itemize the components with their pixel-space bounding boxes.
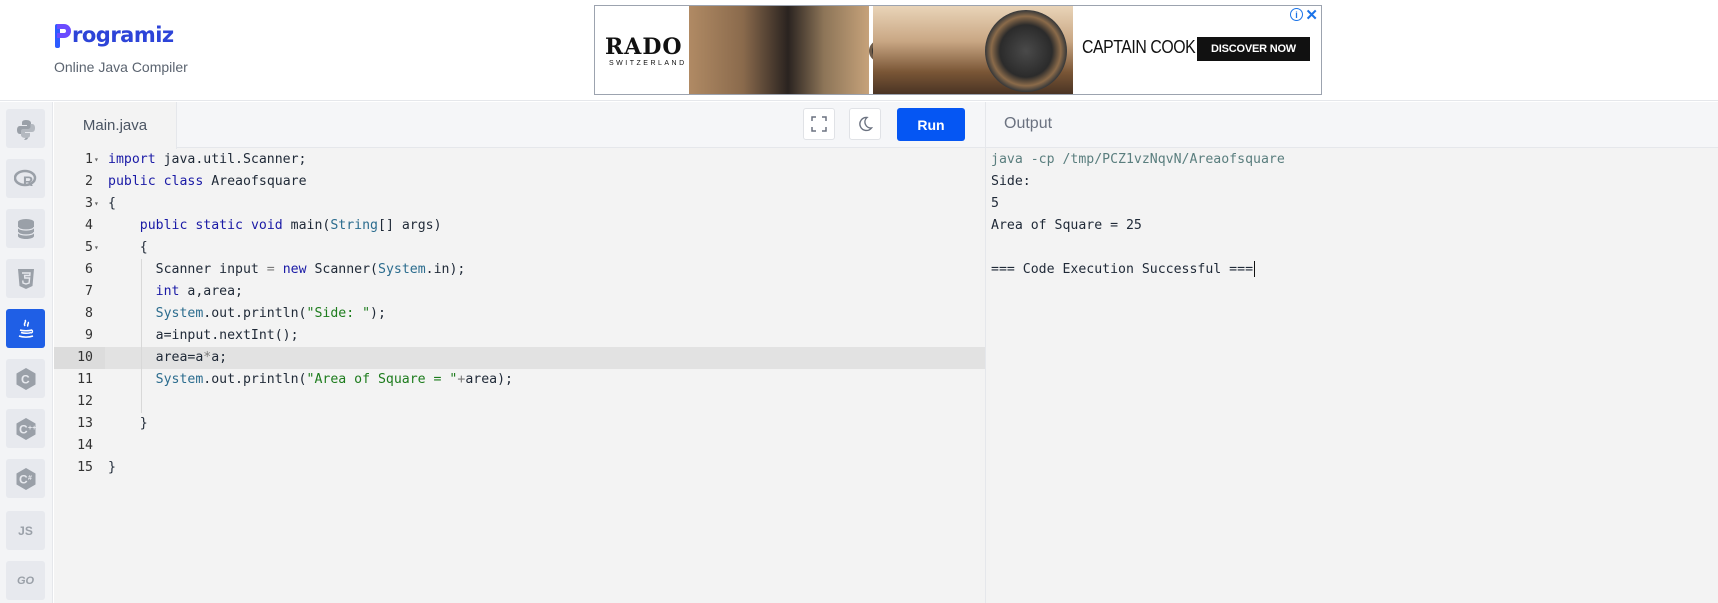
- html5-icon[interactable]: [6, 259, 45, 298]
- fold-toggle-icon[interactable]: ▾: [94, 149, 99, 171]
- editor-toolbar: Main.java Run: [54, 102, 985, 149]
- ad-discover-button[interactable]: DISCOVER NOW: [1197, 37, 1310, 61]
- svg-text:C: C: [21, 372, 30, 386]
- go-label: GO: [16, 574, 35, 587]
- line-number: 7: [85, 284, 93, 299]
- svg-text:++: ++: [28, 425, 36, 432]
- code-editor-panel: Main.java Run 1 ▾ import java.util.Scann…: [54, 102, 985, 603]
- code-line: 9 a=input.nextInt();: [54, 325, 985, 347]
- theme-toggle-button[interactable]: [849, 108, 881, 140]
- ad-watch-image: [985, 10, 1067, 92]
- programiz-logo[interactable]: rogramiz: [55, 22, 174, 48]
- output-line: Area of Square = 25: [991, 218, 1142, 233]
- code-area[interactable]: 1 ▾ import java.util.Scanner; 2 public c…: [54, 149, 985, 479]
- r-icon[interactable]: R: [6, 159, 45, 198]
- output-status-line: === Code Execution Successful ===: [991, 259, 1285, 281]
- fold-toggle-icon[interactable]: ▾: [94, 237, 99, 259]
- language-sidebar: R C C ++ C # JS GO: [0, 102, 53, 603]
- code-line: 4 public static void main(String[] args): [54, 215, 985, 237]
- tab-main-java[interactable]: Main.java: [54, 102, 177, 149]
- fullscreen-button[interactable]: [803, 108, 835, 140]
- code-line: 2 public class Areaofsquare: [54, 171, 985, 193]
- code-line: 7 int a,area;: [54, 281, 985, 303]
- line-number: 12: [77, 394, 93, 409]
- close-icon[interactable]: ✕: [1305, 6, 1318, 24]
- run-button[interactable]: Run: [897, 108, 965, 141]
- line-number: 15: [77, 460, 93, 475]
- output-command-line: java -cp /tmp/PCZ1vzNqvN/Areaofsquare: [991, 152, 1285, 167]
- code-line-active: 10 area=a*a;: [54, 347, 985, 369]
- fullscreen-icon: [811, 116, 827, 132]
- output-status-text: === Code Execution Successful ===: [991, 262, 1254, 277]
- moon-icon: [859, 116, 873, 132]
- output-console[interactable]: java -cp /tmp/PCZ1vzNqvN/Areaofsquare Si…: [991, 149, 1285, 281]
- code-line: 13 }: [54, 413, 985, 435]
- code-line: 15 }: [54, 457, 985, 479]
- output-line: 5: [991, 196, 999, 211]
- svg-text:#: #: [28, 475, 32, 482]
- line-number: 9: [85, 328, 93, 343]
- logo-mark-icon: [55, 22, 71, 48]
- code-line: 8 System.out.println("Side: ");: [54, 303, 985, 325]
- logo-text: rogramiz: [72, 23, 174, 47]
- output-title: Output: [1004, 115, 1053, 132]
- page-subtitle: Online Java Compiler: [54, 59, 188, 75]
- line-number: 10: [54, 347, 105, 369]
- svg-text:C: C: [19, 472, 28, 486]
- database-icon[interactable]: [6, 209, 45, 248]
- code-line: 6 Scanner input = new Scanner(System.in)…: [54, 259, 985, 281]
- text-cursor: [1254, 261, 1256, 277]
- svg-text:R: R: [23, 173, 33, 189]
- output-line: Side:: [991, 174, 1039, 189]
- line-number: 13: [77, 416, 93, 431]
- code-line: 12: [54, 391, 985, 413]
- cpp-icon[interactable]: C ++: [6, 409, 45, 448]
- code-line: 14: [54, 435, 985, 457]
- line-number: 14: [77, 438, 93, 453]
- advertisement-banner[interactable]: RADO SWITZERLAND CAPTAIN COOK DISCOVER N…: [594, 5, 1322, 95]
- java-icon[interactable]: [6, 309, 45, 348]
- fold-toggle-icon[interactable]: ▾: [94, 193, 99, 215]
- ad-product-name: CAPTAIN COOK: [1082, 37, 1196, 57]
- line-number: 11: [77, 372, 93, 387]
- line-number: 2: [85, 174, 93, 189]
- c-icon[interactable]: C: [6, 359, 45, 398]
- python-icon[interactable]: [6, 109, 45, 148]
- code-line: 5 ▾ {: [54, 237, 985, 259]
- code-line: 11 System.out.println("Area of Square = …: [54, 369, 985, 391]
- output-header: Output: [986, 102, 1718, 148]
- ad-brand: RADO: [605, 34, 683, 60]
- ad-photo-model: [689, 6, 891, 94]
- js-label: JS: [18, 523, 33, 538]
- csharp-icon[interactable]: C #: [6, 459, 45, 498]
- line-number: 8: [85, 306, 93, 321]
- line-number: 6: [85, 262, 93, 277]
- code-line: 3 ▾ {: [54, 193, 985, 215]
- svg-text:C: C: [19, 422, 28, 436]
- info-icon[interactable]: i: [1290, 8, 1303, 21]
- header: rogramiz Online Java Compiler RADO SWITZ…: [0, 0, 1718, 101]
- code-line: 1 ▾ import java.util.Scanner;: [54, 149, 985, 171]
- output-panel: Output java -cp /tmp/PCZ1vzNqvN/Areaofsq…: [985, 102, 1718, 603]
- js-icon[interactable]: JS: [6, 511, 45, 550]
- line-number: 4: [85, 218, 93, 233]
- go-icon[interactable]: GO: [6, 561, 45, 600]
- ad-brand-sub: SWITZERLAND: [609, 60, 687, 67]
